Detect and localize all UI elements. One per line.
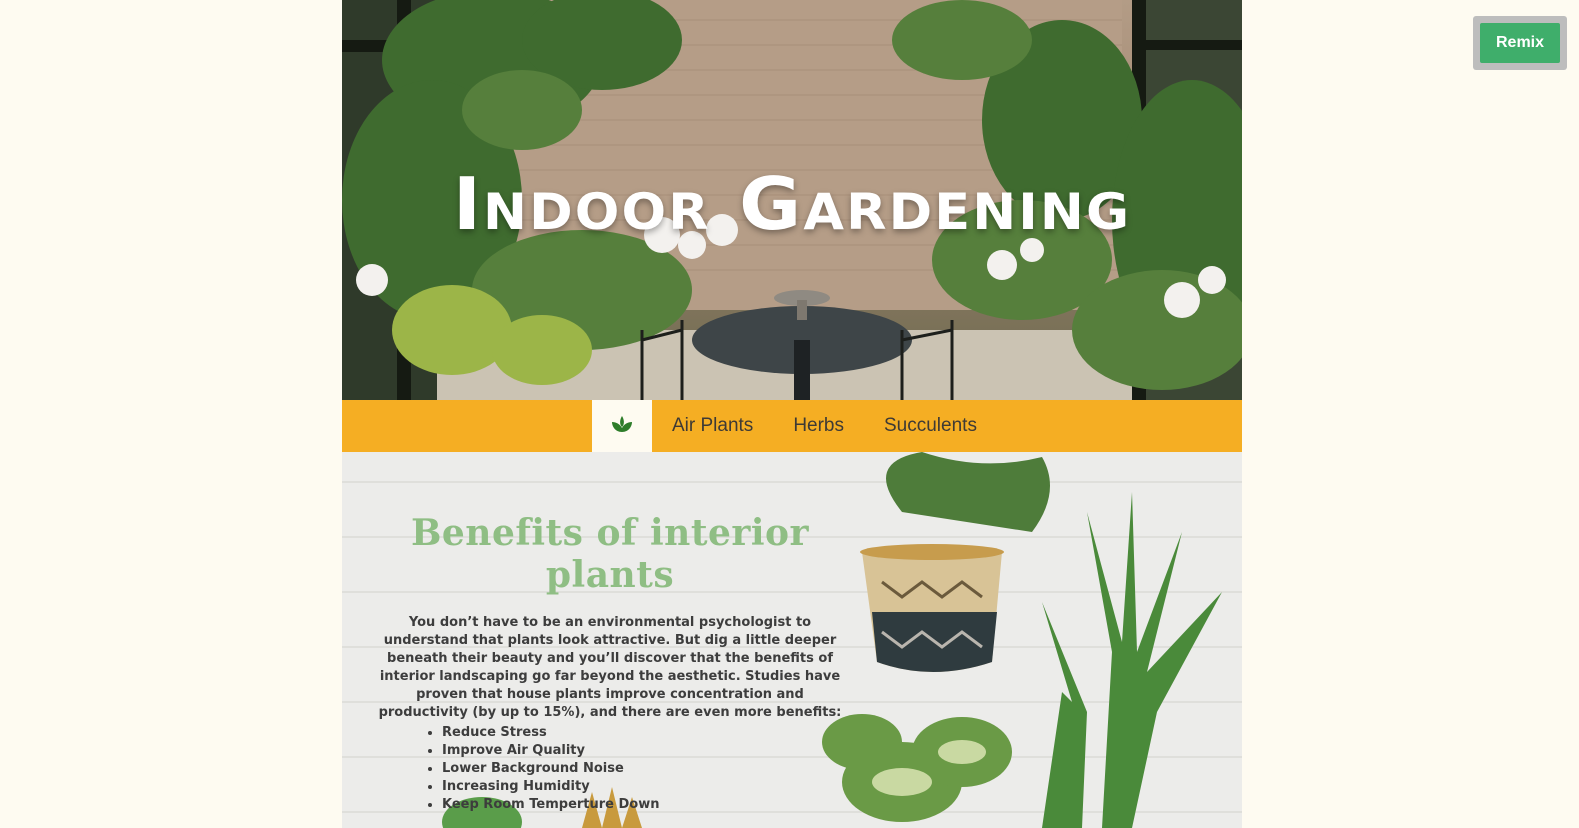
nav-items: Air Plants Herbs Succulents (592, 400, 997, 452)
benefit-item: Lower Background Noise (442, 760, 850, 778)
page: Indoor Gardening Air Plants Herbs Succul… (342, 0, 1242, 828)
benefits-list: Reduce Stress Improve Air Quality Lower … (370, 724, 850, 814)
benefit-item: Keep Room Temperture Down (442, 796, 850, 814)
nav-link-succulents[interactable]: Succulents (864, 400, 997, 452)
benefit-item: Improve Air Quality (442, 742, 850, 760)
remix-container: Remix (1473, 16, 1567, 70)
benefits-text-column: Benefits of interior plants You don’t ha… (370, 512, 850, 814)
nav-link-herbs[interactable]: Herbs (773, 400, 864, 452)
benefits-paragraph: You don’t have to be an environmental ps… (378, 615, 842, 720)
nav-home-button[interactable] (592, 400, 652, 452)
nav-link-air-plants[interactable]: Air Plants (652, 400, 773, 452)
remix-button[interactable]: Remix (1480, 23, 1560, 63)
benefit-item: Increasing Humidity (442, 778, 850, 796)
main-nav: Air Plants Herbs Succulents (342, 400, 1242, 452)
benefit-item: Reduce Stress (442, 724, 850, 742)
benefits-section: Benefits of interior plants You don’t ha… (342, 452, 1242, 828)
plant-sprout-icon (611, 415, 633, 437)
benefits-title: Benefits of interior plants (410, 512, 810, 596)
hero-title: Indoor Gardening (452, 162, 1132, 246)
hero-banner: Indoor Gardening (342, 0, 1242, 400)
